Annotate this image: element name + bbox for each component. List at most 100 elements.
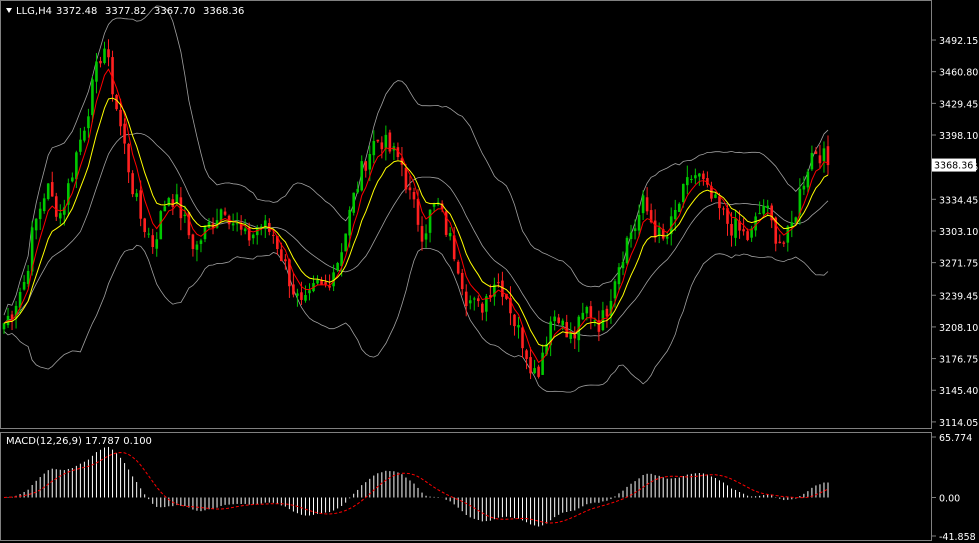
ohlc-high: 3377.82	[105, 6, 146, 17]
candle-body	[633, 228, 637, 232]
candle-body	[497, 282, 500, 284]
current-price-tag: 3368.36	[932, 158, 976, 172]
candle-body	[481, 303, 484, 313]
candle-body	[135, 193, 138, 197]
candle-body	[818, 155, 822, 164]
candle-body	[573, 334, 577, 339]
candle-body	[348, 209, 351, 236]
candle-body	[690, 178, 693, 180]
candle-body	[38, 208, 42, 220]
candle-body	[292, 284, 295, 295]
candle-body	[412, 192, 416, 200]
price-tick-label: 3145.40	[939, 386, 978, 397]
candle-body	[786, 226, 790, 243]
candle-body	[304, 295, 307, 301]
candle-body	[694, 175, 697, 179]
candle-body	[641, 195, 645, 214]
candle-body	[34, 218, 38, 231]
candle-body	[420, 226, 424, 242]
price-tick-label: 3208.10	[939, 323, 978, 334]
candle-body	[231, 223, 235, 226]
candle-body	[657, 227, 661, 236]
ohlc-low: 3367.70	[154, 6, 195, 17]
candle-body	[822, 148, 826, 162]
candle-body	[91, 79, 94, 116]
candle-body	[187, 212, 191, 236]
candle-body	[513, 314, 516, 327]
candle-body	[673, 209, 677, 220]
candle-body	[782, 242, 786, 244]
macd-tick-label: 0.00	[939, 493, 960, 504]
candle-body	[324, 282, 327, 285]
candle-body	[119, 109, 122, 127]
current-price-label: 3368.36	[934, 161, 973, 172]
symbol-header: LLG,H4 3372.48 3377.82 3367.70 3368.36	[6, 6, 244, 17]
candle-body	[99, 60, 102, 64]
candle-body	[103, 48, 106, 63]
candle-body	[107, 49, 110, 58]
candle-body	[585, 307, 589, 314]
candle-body	[448, 233, 452, 237]
candle-body	[115, 94, 118, 110]
candle-body	[123, 123, 126, 144]
candle-body	[665, 236, 669, 239]
macd-tick-label: 65.774	[939, 433, 972, 444]
candle-body	[472, 298, 476, 300]
candle-body	[810, 152, 814, 170]
candle-body	[432, 203, 436, 207]
candle-body	[456, 261, 460, 274]
candle-body	[195, 244, 199, 250]
candle-body	[87, 116, 90, 129]
candle-body	[183, 214, 187, 217]
candle-body	[316, 279, 319, 284]
candle-body	[416, 199, 420, 225]
candle-body	[521, 327, 524, 349]
candle-body	[464, 291, 468, 307]
candle-body	[139, 190, 142, 219]
candle-body	[54, 196, 58, 217]
ohlc-open: 3372.48	[56, 6, 97, 17]
candle-body	[46, 183, 50, 200]
candle-body	[336, 263, 339, 271]
candle-body	[243, 228, 247, 232]
candle-body	[296, 293, 299, 296]
candle-body	[372, 140, 376, 156]
candle-body	[155, 239, 159, 249]
candle-body	[561, 320, 565, 326]
candle-body	[424, 233, 428, 240]
candle-body	[272, 234, 275, 236]
candle-body	[251, 234, 255, 239]
candle-body	[284, 259, 287, 262]
price-tick-label: 3492.15	[939, 36, 978, 47]
candle-body	[468, 300, 472, 304]
candle-body	[460, 272, 464, 290]
candle-body	[533, 368, 536, 374]
candle-body	[617, 267, 621, 285]
candle-body	[605, 308, 609, 317]
candle-body	[702, 173, 705, 180]
candle-body	[235, 223, 239, 225]
price-tick-label: 3398.10	[939, 131, 978, 142]
candle-body	[71, 177, 74, 182]
price-tick-label: 3334.45	[939, 195, 978, 206]
candle-body	[280, 249, 283, 262]
candle-body	[360, 161, 364, 191]
candle-body	[730, 223, 733, 236]
candle-body	[408, 187, 412, 191]
candle-body	[368, 154, 372, 170]
candle-body	[364, 161, 368, 171]
price-tick-label: 3176.75	[939, 355, 978, 366]
candle-body	[625, 237, 629, 264]
candle-body	[300, 292, 303, 300]
price-tick-label: 3460.80	[939, 68, 978, 79]
candle-body	[79, 139, 82, 152]
candle-body	[645, 197, 649, 212]
candle-body	[428, 209, 432, 233]
candle-body	[352, 192, 355, 213]
candle-body	[790, 222, 794, 227]
candle-body	[537, 366, 540, 377]
candle-body	[569, 333, 573, 339]
candle-body	[95, 61, 98, 82]
candle-body	[384, 134, 388, 149]
chart-window[interactable]: LLG,H4 3372.48 3377.82 3367.70 3368.36 3…	[0, 0, 979, 543]
